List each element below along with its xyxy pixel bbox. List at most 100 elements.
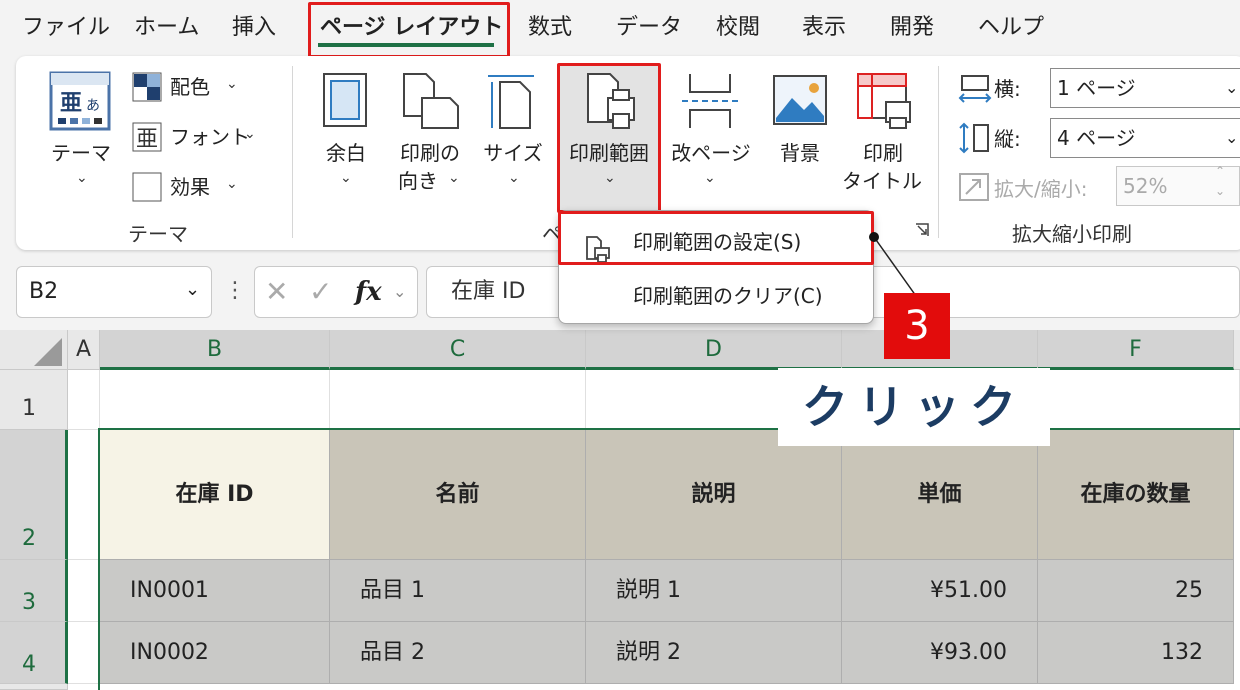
page-size-icon [486, 70, 536, 134]
click-instruction-label: クリック [778, 368, 1050, 446]
theme-label[interactable]: テーマ [48, 140, 114, 166]
data-cell[interactable]: 説明 2 [586, 622, 842, 684]
themes-group-label: テーマ [128, 222, 188, 246]
width-label: 横: [994, 77, 1021, 101]
confirm-icon[interactable]: ✓ [309, 275, 332, 309]
insert-function-icon[interactable]: fx [355, 275, 382, 309]
scale-group-label: 拡大縮小印刷 [1012, 222, 1132, 246]
effects-label[interactable]: 効果 [170, 174, 210, 200]
step-number-badge: 3 [884, 293, 950, 359]
colors-label[interactable]: 配色 [170, 74, 210, 100]
header-cell-unit-price[interactable]: 単価 [842, 430, 1038, 560]
data-cell[interactable]: 品目 2 [330, 622, 586, 684]
theme-icon: 亜 あ [48, 70, 114, 136]
orientation-label-line2[interactable]: 向き [398, 168, 438, 194]
svg-text:あ: あ [86, 98, 100, 114]
data-cell[interactable]: ¥51.00 [842, 560, 1038, 622]
active-tab-underline [318, 43, 494, 47]
header-cell-stock-id[interactable]: 在庫 ID [100, 430, 330, 560]
chevron-down-icon: ⌄ [1225, 128, 1239, 147]
name-box[interactable]: B2 ⌄ [16, 266, 212, 318]
cell[interactable] [100, 370, 330, 430]
menu-item-clear-print-area[interactable]: 印刷範囲のクリア(C) [559, 269, 873, 323]
menu-item-set-print-area[interactable]: 印刷範囲の設定(S) [559, 215, 873, 269]
data-cell[interactable]: IN0002 [100, 622, 330, 684]
cell[interactable] [68, 622, 100, 684]
row-header-4[interactable]: 4 [0, 622, 68, 684]
cell[interactable] [1038, 370, 1240, 430]
cell[interactable] [68, 430, 100, 560]
data-cell[interactable]: IN0001 [100, 560, 330, 622]
header-cell-name[interactable]: 名前 [330, 430, 586, 560]
height-label: 縦: [994, 127, 1021, 151]
spinner-down-icon: ⌄ [1215, 184, 1226, 198]
header-cell-description[interactable]: 説明 [586, 430, 842, 560]
column-header-f[interactable]: F [1038, 330, 1234, 370]
scale-spinner[interactable]: 52% ⌃ ⌄ [1116, 164, 1240, 206]
width-scale-icon [958, 74, 992, 108]
tab-help[interactable]: ヘルプ [978, 10, 1044, 46]
select-all-corner[interactable] [0, 330, 68, 370]
print-area-label: 印刷範囲 [569, 141, 649, 165]
tab-developer[interactable]: 開発 [890, 10, 934, 46]
width-select-value: 1 ページ [1057, 76, 1136, 100]
column-header-b[interactable]: B [100, 330, 330, 370]
size-label[interactable]: サイズ [482, 140, 544, 166]
menu-bar: ファイル ホーム 挿入 ページ レイアウト 数式 データ 校閲 表示 開発 ヘル… [0, 0, 1240, 56]
row-header-3[interactable]: 3 [0, 560, 68, 622]
chevron-down-icon: ⌄ [226, 176, 238, 192]
print-titles-label-line1[interactable]: 印刷 [850, 140, 916, 166]
tab-insert[interactable]: 挿入 [232, 10, 276, 46]
width-select[interactable]: 1 ページ ⌄ [1050, 68, 1240, 108]
height-scale-icon [958, 122, 992, 158]
header-cell-quantity[interactable]: 在庫の数量 [1038, 430, 1234, 560]
height-select[interactable]: 4 ページ ⌄ [1050, 118, 1240, 158]
data-cell[interactable]: 説明 1 [586, 560, 842, 622]
tab-page-layout[interactable]: ページ レイアウト [320, 10, 503, 46]
cell[interactable] [68, 560, 100, 622]
cell[interactable] [330, 370, 586, 430]
svg-text:亜: 亜 [136, 127, 158, 152]
tab-home[interactable]: ホーム [134, 10, 199, 46]
tab-file[interactable]: ファイル [22, 10, 110, 46]
row-header-1[interactable]: 1 [0, 370, 68, 430]
column-header-a[interactable]: A [68, 330, 100, 370]
tab-review[interactable]: 校閲 [716, 10, 760, 46]
row-header-overflow [0, 684, 68, 690]
orientation-label-line1[interactable]: 印刷の [394, 140, 466, 166]
margins-label[interactable]: 余白 [318, 140, 374, 166]
tab-data[interactable]: データ [616, 10, 682, 46]
chevron-down-icon: ⌄ [244, 126, 256, 142]
background-label[interactable]: 背景 [768, 140, 832, 166]
scale-label: 拡大/縮小: [994, 177, 1088, 201]
chevron-down-icon: ⌄ [340, 170, 352, 186]
row-header-2[interactable]: 2 [0, 430, 68, 560]
breaks-label[interactable]: 改ページ [666, 140, 756, 166]
print-titles-label-line2[interactable]: タイトル [842, 168, 922, 194]
cancel-icon[interactable]: ✕ [265, 275, 288, 309]
page-break-icon [680, 72, 740, 134]
chevron-down-icon: ⌄ [604, 170, 616, 186]
more-options-icon[interactable]: ⋮ [224, 276, 246, 306]
height-select-value: 4 ページ [1057, 126, 1136, 150]
menu-item-label: 印刷範囲のクリア(C) [633, 284, 823, 308]
chevron-down-icon: ⌄ [704, 170, 716, 186]
formula-buttons: ✕ ✓ fx ⌄ [254, 266, 418, 318]
column-header-d[interactable]: D [586, 330, 842, 370]
data-cell[interactable]: 132 [1038, 622, 1234, 684]
group-separator [292, 66, 293, 238]
print-area-menu: 印刷範囲の設定(S) 印刷範囲のクリア(C) [558, 210, 874, 324]
tab-formulas[interactable]: 数式 [528, 10, 572, 46]
fonts-label[interactable]: フォント [170, 124, 250, 150]
orientation-icon [402, 72, 462, 134]
tab-view[interactable]: 表示 [802, 10, 846, 46]
data-cell[interactable]: ¥93.00 [842, 622, 1038, 684]
font-icon: 亜 [132, 122, 162, 156]
data-cell[interactable]: 25 [1038, 560, 1234, 622]
column-header-c[interactable]: C [330, 330, 586, 370]
dialog-launcher-icon[interactable] [914, 222, 930, 242]
cell[interactable] [68, 370, 100, 430]
data-cell[interactable]: 品目 1 [330, 560, 586, 622]
group-separator [938, 66, 939, 238]
column-header-overflow [1234, 330, 1240, 370]
